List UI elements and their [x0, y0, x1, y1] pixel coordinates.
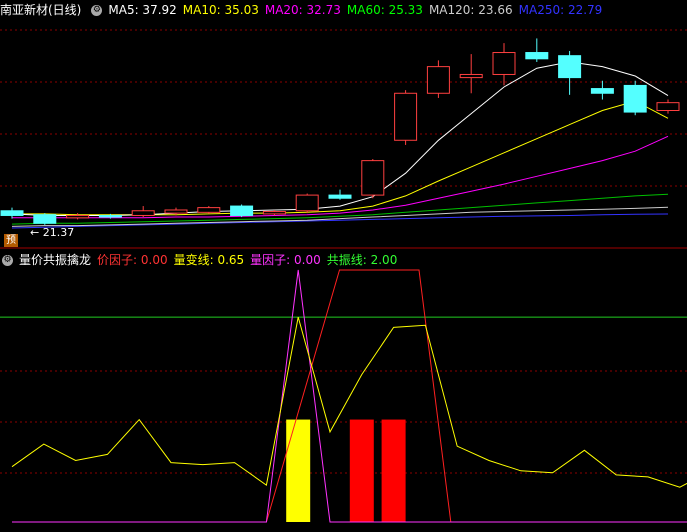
candle-body[interactable]	[361, 160, 385, 196]
ma-legend-item-4: MA120: 23.66	[428, 3, 513, 17]
candle-body[interactable]	[66, 214, 90, 219]
candle-body[interactable]	[394, 92, 418, 141]
ma20-line	[12, 135, 669, 219]
indicator-bar	[349, 419, 374, 522]
indicator-legend-item-2: 量因子: 0.00	[250, 253, 321, 267]
low-price-label: ← 21.37	[30, 226, 75, 239]
candle-body[interactable]	[656, 102, 680, 111]
candle-body[interactable]	[131, 210, 155, 216]
ma-legend-item-2: MA20: 32.73	[264, 3, 341, 17]
indicator-legend-item-3: 共振线: 2.00	[326, 253, 398, 267]
settings-icon[interactable]: ⚙	[2, 255, 13, 266]
price-header: 南亚新材(日线) ⚙ MA5: 37.92 MA10: 35.03 MA20: 32.7…	[0, 1, 614, 19]
settings-icon[interactable]: ⚙	[91, 5, 103, 16]
indicator-title[interactable]: 量价共振擒龙	[19, 253, 91, 267]
candle-body[interactable]	[230, 205, 254, 216]
candle-body[interactable]	[558, 55, 582, 79]
candle-body[interactable]	[492, 52, 516, 75]
candle-body[interactable]	[0, 210, 24, 216]
forecast-badge[interactable]: 预	[4, 234, 18, 247]
candle-body[interactable]	[197, 207, 221, 213]
candle-body[interactable]	[164, 209, 188, 214]
candle-body[interactable]	[426, 66, 450, 94]
indicator-plot	[0, 269, 687, 523]
candle-body[interactable]	[262, 211, 286, 215]
candle-body[interactable]	[623, 84, 647, 113]
candle-body[interactable]	[33, 214, 57, 224]
candle-body[interactable]	[295, 194, 319, 212]
indicator-bar	[381, 419, 406, 522]
indicator-legend-item-1: 量变线: 0.65	[173, 253, 245, 267]
candle-body[interactable]	[98, 214, 122, 218]
ma-legend-item-3: MA60: 25.33	[346, 3, 423, 17]
candlesticks	[0, 38, 680, 225]
indicator-legend: 价因子: 0.00 量变线: 0.65 量因子: 0.00 共振线: 2.00	[97, 253, 403, 267]
candle-body[interactable]	[525, 52, 549, 60]
volume-change-line	[11, 316, 687, 488]
candle-body[interactable]	[459, 73, 483, 79]
ma-legend-item-1: MA10: 35.03	[182, 3, 259, 17]
stock-title[interactable]: 南亚新材(日线)	[0, 3, 81, 17]
ma-legend: MA5: 37.92 MA10: 35.03 MA20: 32.73 MA60: 25…	[108, 3, 608, 17]
indicator-bar	[286, 419, 311, 522]
indicator-legend-item-0: 价因子: 0.00	[97, 253, 168, 267]
candle-body[interactable]	[328, 194, 352, 199]
candle-body[interactable]	[590, 88, 614, 94]
ma-legend-item-5: MA250: 22.79	[518, 3, 603, 17]
indicator-header: ⚙ 量价共振擒龙 价因子: 0.00 量变线: 0.65 量因子: 0.00 共振线: 2…	[0, 251, 409, 269]
ma-legend-item-0: MA5: 37.92	[108, 3, 177, 17]
